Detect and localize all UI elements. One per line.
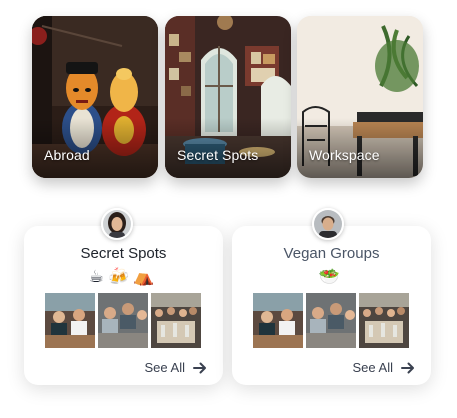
category-label: Abroad [44, 147, 90, 163]
woman-avatar[interactable] [101, 208, 133, 240]
category-tile-secret-spots[interactable]: Secret Spots [165, 16, 291, 178]
group-photo[interactable] [45, 293, 95, 348]
group-title: Vegan Groups [283, 245, 380, 262]
group-card-secret-spots[interactable]: Secret Spots ☕🍻⛺ See All [24, 226, 223, 385]
category-label: Workspace [309, 147, 380, 163]
group-title: Secret Spots [80, 245, 167, 262]
category-tile-abroad[interactable]: Abroad [32, 16, 158, 178]
see-all-label: See All [144, 360, 185, 375]
see-all-label: See All [352, 360, 393, 375]
see-all-button[interactable]: See All [353, 360, 415, 375]
group-photo[interactable] [253, 293, 303, 348]
category-tile-workspace[interactable]: Workspace [297, 16, 423, 178]
category-label: Secret Spots [177, 147, 259, 163]
group-card-vegan-groups[interactable]: Vegan Groups 🥗 See All [232, 226, 431, 385]
arrow-right-icon [401, 362, 414, 373]
group-photo[interactable] [151, 293, 201, 348]
group-photos [253, 293, 413, 348]
group-photo[interactable] [98, 293, 148, 348]
group-emojis: ☕🍻⛺ [88, 267, 159, 287]
see-all-button[interactable]: See All [145, 360, 207, 375]
group-photo[interactable] [359, 293, 409, 348]
arrow-right-icon [193, 362, 206, 373]
group-photo[interactable] [306, 293, 356, 348]
man-avatar[interactable] [312, 208, 344, 240]
group-photos [45, 293, 205, 348]
group-emojis: 🥗 [318, 267, 345, 287]
